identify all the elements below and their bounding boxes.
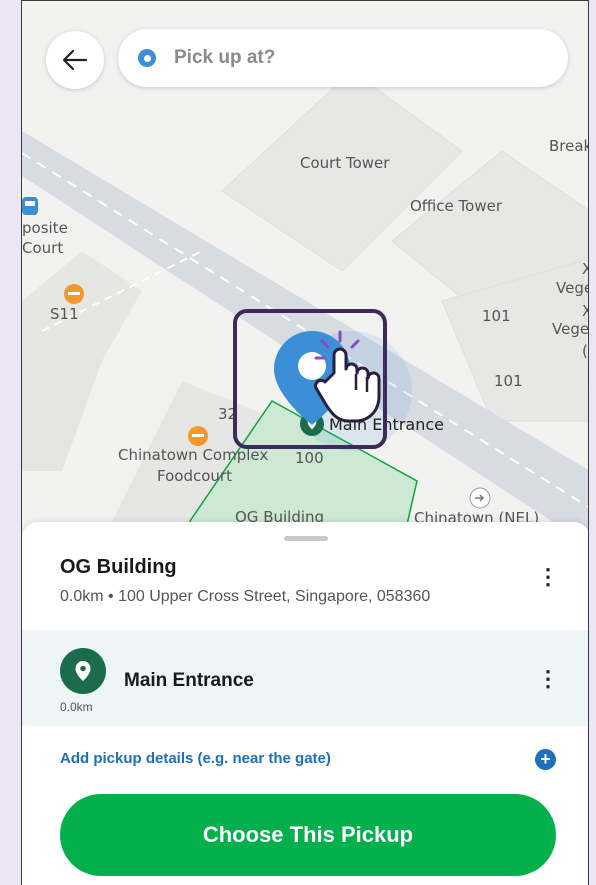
map-label-posite: posite (22, 219, 68, 237)
choose-pickup-button[interactable]: Choose This Pickup (60, 794, 556, 876)
bottom-sheet: OG Building 0.0km • 100 Upper Cross Stre… (22, 522, 588, 885)
pickup-dot-icon (138, 49, 156, 67)
food-icon (188, 426, 208, 446)
bus-stop-icon (22, 197, 38, 215)
entrance-pin-icon (60, 648, 106, 694)
entrance-distance: 0.0km (60, 700, 93, 714)
building-more-icon[interactable]: ⋮ (537, 564, 559, 590)
entrance-name: Main Entrance (124, 670, 254, 691)
map-label-101a: 101 (482, 307, 511, 325)
map-label-paren: ( (582, 342, 588, 360)
map-label-x-1: X (582, 260, 589, 278)
add-pickup-details-link[interactable]: Add pickup details (e.g. near the gate) (60, 750, 331, 767)
entrance-option[interactable]: Main Entrance 0.0km ⋮ (22, 630, 588, 726)
building-address: 0.0km • 100 Upper Cross Street, Singapor… (60, 588, 431, 605)
back-arrow-icon (62, 49, 88, 71)
map-label-court-tower: Court Tower (300, 154, 390, 172)
subway-exit-icon (469, 487, 491, 509)
map-label-101b: 101 (494, 372, 523, 390)
entrance-more-icon[interactable]: ⋮ (537, 666, 559, 692)
back-button[interactable] (46, 31, 104, 89)
map-label-office-tower: Office Tower (410, 197, 503, 215)
building-name: OG Building (60, 556, 177, 578)
map-label-court: Court (22, 239, 63, 257)
map-label-foodcourt: Foodcourt (157, 467, 232, 485)
pickup-search-bar[interactable]: Pick up at? (118, 29, 568, 87)
map-label-100: 100 (295, 449, 324, 467)
map-label-vege-1: Vege (556, 279, 589, 297)
food-icon (64, 284, 84, 304)
sheet-drag-handle[interactable] (284, 536, 328, 541)
map-label-vege-2: Vege (552, 320, 589, 338)
map-label-break: Break (549, 137, 589, 155)
pickup-search-input[interactable]: Pick up at? (174, 47, 275, 69)
add-details-plus-icon[interactable]: + (535, 749, 556, 770)
map-label-s11: S11 (50, 305, 79, 323)
map-label-x-2: X (582, 302, 589, 320)
phone-screen: Court Tower Office Tower Break posite Co… (21, 0, 589, 885)
